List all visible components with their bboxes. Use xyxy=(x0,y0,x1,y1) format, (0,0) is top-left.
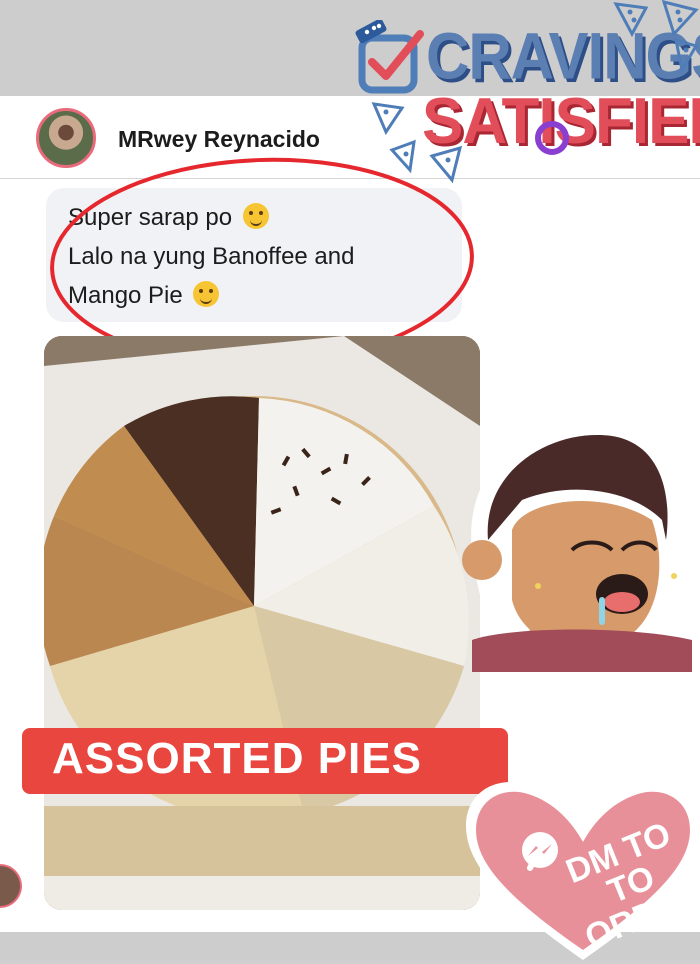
assorted-pies-label: ASSORTED PIES xyxy=(52,734,422,783)
pie-photo xyxy=(44,336,480,910)
drooling-man-sticker-icon xyxy=(462,418,692,673)
assorted-pies-image xyxy=(44,336,480,910)
